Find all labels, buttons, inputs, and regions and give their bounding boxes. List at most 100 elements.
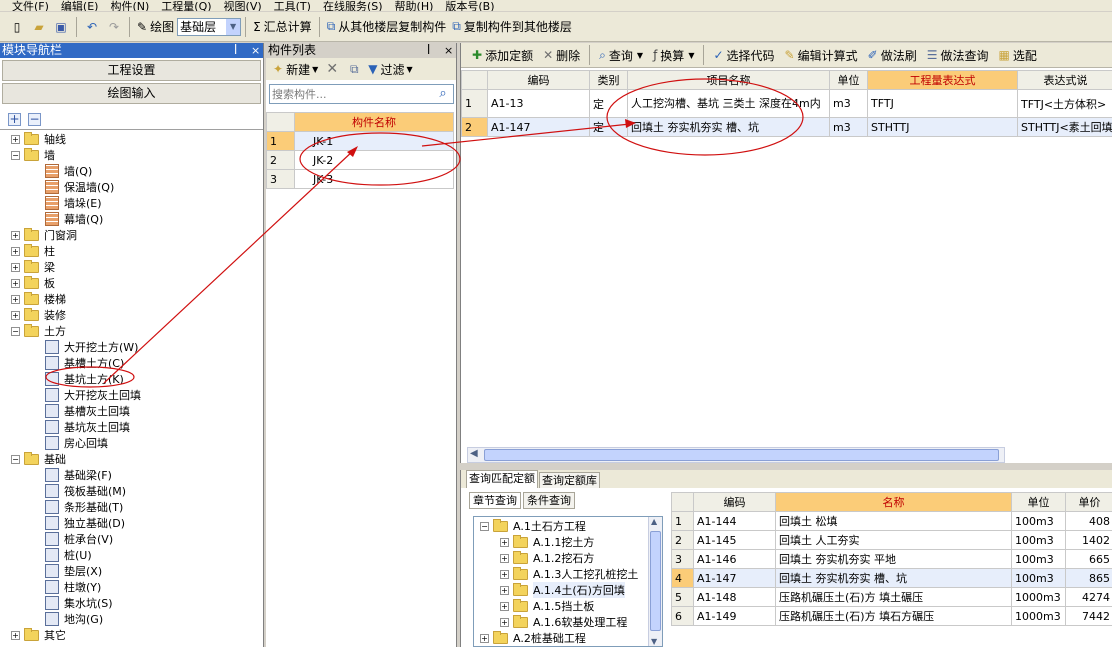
tree-node[interactable]: 集水坑(S) — [0, 595, 262, 611]
copy-to-floor-button[interactable]: ⧉ 复制构件到其他楼层 — [452, 18, 572, 35]
copy-from-floor-button[interactable]: ⧉ 从其他楼层复制构件 — [327, 18, 447, 35]
quota-cell-cat[interactable]: 定 — [589, 117, 628, 137]
tree-node[interactable]: 房心回填 — [0, 435, 262, 451]
table-row[interactable]: 2 A1-145 回填土 人工夯实 100m3 1402 — [671, 530, 1112, 550]
chapter-node[interactable]: − A.1土石方工程 — [474, 518, 662, 534]
library-cell-code[interactable]: A1-149 — [693, 606, 776, 626]
tree-node[interactable]: 桩承台(V) — [0, 531, 262, 547]
tab-chapter-query[interactable]: 章节查询 — [469, 492, 521, 509]
expand-icon[interactable]: + — [500, 553, 509, 563]
arrow-up-icon[interactable]: ▲ — [651, 517, 657, 526]
library-cell-code[interactable]: A1-146 — [693, 549, 776, 569]
col-item-name[interactable]: 项目名称 — [627, 70, 830, 90]
tree-node[interactable]: 墙垛(E) — [0, 195, 262, 211]
expand-icon[interactable]: + — [11, 230, 20, 240]
collapse-icon[interactable]: − — [11, 150, 20, 160]
table-row[interactable]: 1 A1-144 回填土 松填 100m3 408 — [671, 511, 1112, 531]
match-button[interactable]: ▦ 选配 — [998, 47, 1036, 64]
tree-node[interactable]: + 板 — [0, 275, 262, 291]
convert-button[interactable]: ƒ 换算 ▼ — [653, 47, 694, 64]
tree-node[interactable]: 桩(U) — [0, 547, 262, 563]
query-button[interactable]: ⌕ 查询 ▼ — [599, 47, 643, 64]
scrollbar-thumb[interactable] — [650, 531, 661, 631]
quota-cell-code[interactable]: A1-147 — [487, 117, 590, 137]
tree-node[interactable]: 独立基础(D) — [0, 515, 262, 531]
component-search-input[interactable]: 搜索构件... ⌕ — [269, 84, 454, 104]
menu-item[interactable]: 在线服务(S) — [317, 1, 389, 11]
project-settings-button[interactable]: 工程设置 — [2, 60, 261, 81]
tree-node[interactable]: + 柱 — [0, 243, 262, 259]
tree-node[interactable]: 基槽灰土回填 — [0, 403, 262, 419]
floor-select[interactable]: 基础层 ▼ — [177, 17, 242, 36]
tree-node[interactable]: 墙(Q) — [0, 163, 262, 179]
quota-cell-desc[interactable]: TFTJ<土方体积> — [1017, 89, 1112, 118]
quota-cell-expr[interactable]: STHTTJ — [867, 117, 1018, 137]
collapse-icon[interactable]: − — [11, 454, 20, 464]
horizontal-scrollbar[interactable]: ◀ — [467, 447, 1005, 463]
quota-cell-code[interactable]: A1-13 — [487, 89, 590, 118]
expand-icon[interactable]: + — [11, 262, 20, 272]
library-cell-unit[interactable]: 1000m3 — [1011, 606, 1066, 626]
expand-icon[interactable]: + — [500, 569, 509, 579]
add-quota-button[interactable]: ✚ 添加定额 — [472, 47, 533, 64]
tree-node[interactable]: − 基础 — [0, 451, 262, 467]
tab-query-library[interactable]: 查询定额库 — [539, 472, 600, 488]
expand-icon[interactable]: + — [11, 278, 20, 288]
library-cell-name[interactable]: 回填土 人工夯实 — [775, 530, 1012, 550]
col-unit[interactable]: 单位 — [1011, 492, 1066, 512]
delete-button[interactable]: ✕ 删除 — [543, 47, 580, 64]
library-cell-price[interactable]: 1402 — [1065, 530, 1112, 550]
component-name-cell[interactable]: JK-1 — [294, 131, 454, 151]
tree-node[interactable]: 保温墙(Q) — [0, 179, 262, 195]
quota-cell-name[interactable]: 回填土 夯实机夯实 槽、坑 — [627, 117, 830, 137]
table-row[interactable]: 5 A1-148 压路机碾压土(石)方 填土碾压 1000m3 4274 — [671, 587, 1112, 607]
expand-icon[interactable]: + — [11, 294, 20, 304]
library-cell-unit[interactable]: 100m3 — [1011, 511, 1066, 531]
tree-node[interactable]: + 楼梯 — [0, 291, 262, 307]
table-row[interactable]: 2 A1-147 定回填土 夯实机夯实 槽、坑 m3 STHTTJ STHTTJ<素土回填… — [461, 117, 1112, 137]
library-cell-price[interactable]: 408 — [1065, 511, 1112, 531]
tree-node[interactable]: + 门窗洞 — [0, 227, 262, 243]
library-cell-price[interactable]: 4274 — [1065, 587, 1112, 607]
menu-item[interactable]: 帮助(H) — [389, 1, 440, 11]
close-icon[interactable]: × — [444, 43, 453, 58]
tree-node[interactable]: 幕墙(Q) — [0, 211, 262, 227]
tree-node[interactable]: 大开挖灰土回填 — [0, 387, 262, 403]
tree-node[interactable]: + 装修 — [0, 307, 262, 323]
save-icon[interactable]: ▣ — [53, 19, 69, 35]
tree-node[interactable]: 筏板基础(M) — [0, 483, 262, 499]
tree-node[interactable]: + 轴线 — [0, 131, 262, 147]
quota-cell-unit[interactable]: m3 — [829, 117, 868, 137]
select-code-button[interactable]: ✓ 选择代码 — [713, 47, 774, 64]
new-component-button[interactable]: ✦ 新建 ▼ — [273, 61, 318, 78]
summary-calc-button[interactable]: Σ 汇总计算 — [253, 18, 312, 35]
quota-cell-cat[interactable]: 定 — [589, 89, 628, 118]
menu-item[interactable]: 视图(V) — [218, 1, 268, 11]
tree-node[interactable]: − 墙 — [0, 147, 262, 163]
component-name-cell[interactable]: JK-2 — [294, 150, 454, 170]
library-cell-name[interactable]: 回填土 夯实机夯实 槽、坑 — [775, 568, 1012, 588]
tree-node[interactable]: 基坑土方(K) — [0, 371, 262, 387]
library-cell-unit[interactable]: 1000m3 — [1011, 587, 1066, 607]
tree-node[interactable]: + 梁 — [0, 259, 262, 275]
chapter-node[interactable]: + A.1.2挖石方 — [474, 550, 662, 566]
method-brush-button[interactable]: ✐ 做法刷 — [868, 47, 917, 64]
table-row[interactable]: 2 JK-2 — [266, 150, 454, 170]
library-cell-name[interactable]: 压路机碾压土(石)方 填石方碾压 — [775, 606, 1012, 626]
library-cell-price[interactable]: 665 — [1065, 549, 1112, 569]
expand-icon[interactable]: + — [11, 630, 20, 640]
tree-node[interactable]: 大开挖土方(W) — [0, 339, 262, 355]
col-component-name[interactable]: 构件名称 — [294, 112, 454, 132]
edit-formula-button[interactable]: ✎ 编辑计算式 — [785, 47, 858, 64]
chapter-node[interactable]: + A.1.6软基处理工程 — [474, 614, 662, 630]
tree-node[interactable]: + 其它 — [0, 627, 262, 643]
tree-node[interactable]: 基槽土方(C) — [0, 355, 262, 371]
delete-icon[interactable]: ✕ — [324, 61, 340, 77]
menu-item[interactable]: 编辑(E) — [55, 1, 105, 11]
tab-condition-query[interactable]: 条件查询 — [523, 492, 575, 509]
tree-node[interactable]: 基础梁(F) — [0, 467, 262, 483]
filter-button[interactable]: ▼ 过滤 ▼ — [368, 61, 412, 78]
vertical-scrollbar[interactable]: ▲ ▼ — [648, 517, 662, 646]
col-name[interactable]: 名称 — [775, 492, 1012, 512]
library-cell-unit[interactable]: 100m3 — [1011, 530, 1066, 550]
